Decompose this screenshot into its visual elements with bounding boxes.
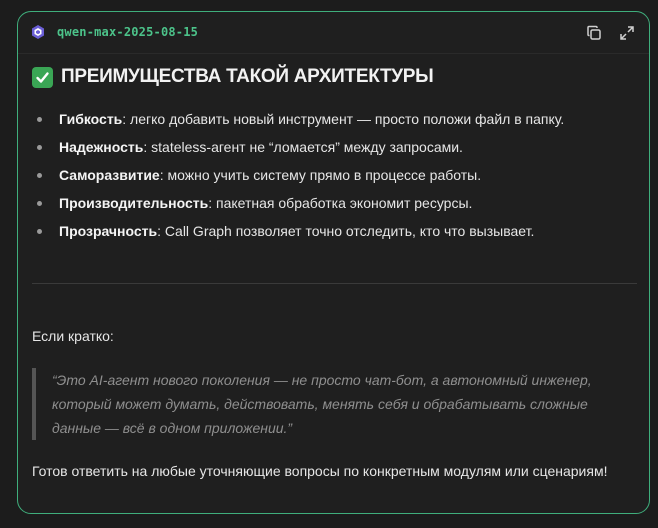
list-item: Производительность: пакетная обработка э… bbox=[32, 193, 564, 221]
section-divider bbox=[32, 283, 637, 284]
bullet-icon bbox=[37, 145, 42, 150]
advantage-text: : stateless-агент не “ломается” между за… bbox=[143, 139, 463, 155]
advantage-term: Надежность bbox=[59, 139, 144, 155]
list-item: Гибкость: легко добавить новый инструмен… bbox=[32, 109, 564, 137]
advantage-text: : легко добавить новый инструмент — прос… bbox=[122, 111, 565, 127]
copy-icon bbox=[587, 25, 601, 40]
bullet-icon bbox=[37, 117, 42, 122]
advantage-term: Саморазвитие bbox=[59, 167, 160, 183]
check-mark-icon bbox=[32, 66, 53, 88]
closing-text: Готов ответить на любые уточняющие вопро… bbox=[32, 463, 608, 479]
list-item: Прозрачность: Call Graph позволяет точно… bbox=[32, 221, 564, 249]
advantage-term: Гибкость bbox=[59, 111, 123, 127]
qwen-logo-icon bbox=[30, 24, 46, 40]
intro-text: Если кратко: bbox=[32, 328, 114, 344]
expand-button[interactable] bbox=[618, 24, 636, 42]
advantage-text: : можно учить систему прямо в процессе р… bbox=[159, 167, 482, 183]
bullet-icon bbox=[37, 229, 42, 234]
summary-quote: “Это AI-агент нового поколения — не прос… bbox=[32, 368, 622, 440]
message-card: qwen-max-2025-08-15 ПРЕИМУЩЕСТВА ТАКОЙ А… bbox=[17, 11, 650, 514]
list-item: Надежность: stateless-агент не “ломается… bbox=[32, 137, 564, 165]
model-name: qwen-max-2025-08-15 bbox=[57, 25, 199, 39]
copy-button[interactable] bbox=[585, 24, 603, 42]
advantage-term: Прозрачность bbox=[59, 223, 158, 239]
advantage-text: : пакетная обработка экономит ресурсы. bbox=[208, 195, 473, 211]
header-divider bbox=[18, 53, 649, 54]
advantages-list: Гибкость: легко добавить новый инструмен… bbox=[32, 109, 564, 249]
bullet-icon bbox=[37, 201, 42, 206]
advantage-text: : Call Graph позволяет точно отследить, … bbox=[157, 223, 535, 239]
section-heading-text: ПРЕИМУЩЕСТВА ТАКОЙ АРХИТЕКТУРЫ bbox=[61, 66, 434, 87]
message-header: qwen-max-2025-08-15 bbox=[18, 12, 649, 54]
advantage-term: Производительность bbox=[59, 195, 209, 211]
expand-icon bbox=[620, 26, 634, 40]
bullet-icon bbox=[37, 173, 42, 178]
section-heading: ПРЕИМУЩЕСТВА ТАКОЙ АРХИТЕКТУРЫ bbox=[32, 66, 434, 88]
list-item: Саморазвитие: можно учить систему прямо … bbox=[32, 165, 564, 193]
